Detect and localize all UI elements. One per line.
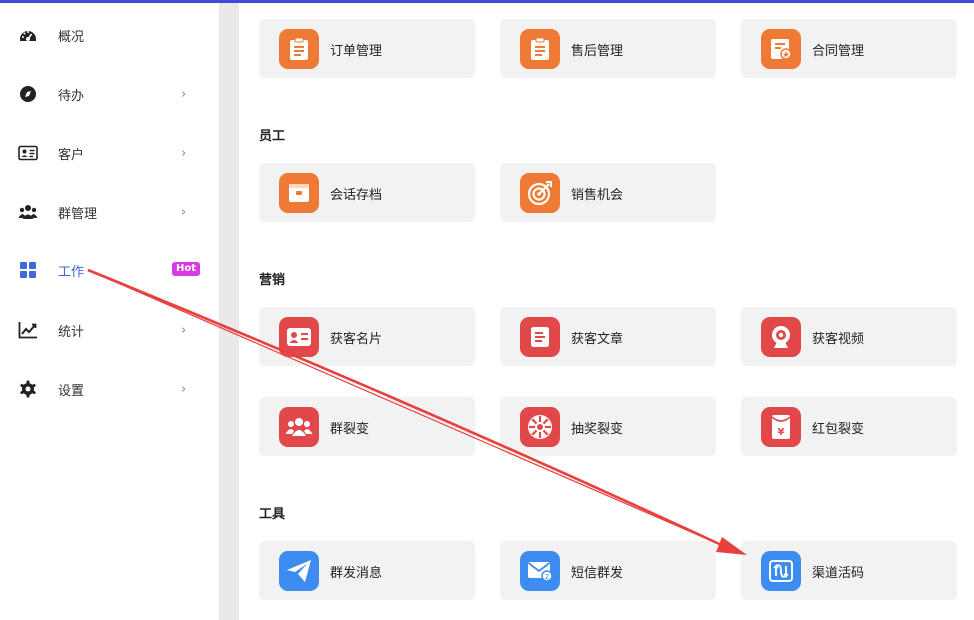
envelope-icon: 2	[520, 551, 560, 591]
card-sms-broadcast[interactable]: 2 短信群发	[500, 541, 716, 600]
card-red-packet-fission[interactable]: ¥ 红包裂变	[741, 397, 957, 456]
card-session-archive[interactable]: 会话存档	[259, 163, 475, 222]
sidebar-item-label: 设置	[58, 383, 85, 399]
chevron-right-icon: ›	[181, 145, 187, 161]
svg-text:2: 2	[545, 573, 549, 581]
people-icon	[279, 407, 319, 447]
card-order-management[interactable]: 订单管理	[259, 19, 475, 78]
card-label: 群裂变	[330, 422, 370, 437]
sidebar-item-work[interactable]: 工作 Hot	[0, 250, 219, 290]
card-label: 会话存档	[330, 188, 383, 203]
sidebar-divider	[219, 3, 239, 620]
lottery-wheel-icon	[520, 407, 560, 447]
sidebar-item-overview[interactable]: 概况	[0, 15, 219, 55]
card-mass-message[interactable]: 群发消息	[259, 541, 475, 600]
chevron-right-icon: ›	[181, 381, 187, 397]
chevron-right-icon: ›	[181, 204, 187, 220]
card-label: 获客文章	[571, 332, 624, 347]
card-label: 抽奖裂变	[571, 422, 624, 437]
chevron-right-icon: ›	[181, 86, 187, 102]
grid-icon	[18, 260, 38, 280]
contract-icon	[761, 29, 801, 69]
id-card-icon	[18, 143, 38, 163]
chart-line-icon	[18, 320, 38, 340]
sidebar-item-customer[interactable]: 客户 ›	[0, 133, 219, 173]
card-group-fission[interactable]: 群裂变	[259, 397, 475, 456]
red-packet-icon: ¥	[761, 407, 801, 447]
clipboard-icon	[279, 29, 319, 69]
card-customer-business-card[interactable]: 获客名片	[259, 307, 475, 366]
sidebar-item-group-management[interactable]: 群管理 ›	[0, 192, 219, 232]
business-card-icon	[279, 317, 319, 357]
archive-icon	[279, 173, 319, 213]
sidebar: 概况 待办 › 客户 › 群管理 › 工作 Hot 统计 › 设置 ›	[0, 3, 219, 620]
card-sales-opportunity[interactable]: 销售机会	[500, 163, 716, 222]
chevron-right-icon: ›	[181, 322, 187, 338]
sidebar-item-label: 待办	[58, 88, 85, 104]
video-camera-icon	[761, 317, 801, 357]
group-icon	[18, 202, 38, 222]
card-label: 获客名片	[330, 332, 383, 347]
compass-icon	[18, 84, 38, 104]
sidebar-item-settings[interactable]: 设置 ›	[0, 369, 219, 409]
sidebar-item-label: 统计	[58, 324, 85, 340]
section-title-staff: 员工	[259, 129, 286, 144]
card-label: 订单管理	[330, 44, 383, 59]
hot-badge: Hot	[172, 262, 201, 276]
target-icon	[520, 173, 560, 213]
card-label: 渠道活码	[812, 566, 865, 581]
sidebar-item-label: 概况	[58, 29, 85, 45]
paper-plane-icon	[279, 551, 319, 591]
sidebar-item-label: 工作	[58, 264, 85, 280]
section-title-marketing: 营销	[259, 273, 286, 288]
channel-code-icon	[761, 551, 801, 591]
gear-icon	[18, 379, 38, 399]
article-icon	[520, 317, 560, 357]
card-lottery-fission[interactable]: 抽奖裂变	[500, 397, 716, 456]
section-title-tools: 工具	[259, 507, 286, 522]
card-label: 红包裂变	[812, 422, 865, 437]
card-label: 销售机会	[571, 188, 624, 203]
card-label: 短信群发	[571, 566, 624, 581]
sidebar-item-label: 客户	[58, 147, 85, 163]
clipboard-icon	[520, 29, 560, 69]
card-label: 获客视频	[812, 332, 865, 347]
sidebar-item-statistics[interactable]: 统计 ›	[0, 310, 219, 350]
card-contract-management[interactable]: 合同管理	[741, 19, 957, 78]
card-channel-live-code[interactable]: 渠道活码	[741, 541, 957, 600]
card-customer-article[interactable]: 获客文章	[500, 307, 716, 366]
card-customer-video[interactable]: 获客视频	[741, 307, 957, 366]
card-label: 群发消息	[330, 566, 383, 581]
card-after-sales[interactable]: 售后管理	[500, 19, 716, 78]
card-label: 合同管理	[812, 44, 865, 59]
main-content: 订单管理 售后管理 合同管理 员工 会话存档 销售机会 营销 获客名片 获客文章…	[239, 3, 974, 620]
svg-text:¥: ¥	[778, 427, 785, 438]
dashboard-icon	[18, 25, 38, 45]
sidebar-item-todo[interactable]: 待办 ›	[0, 74, 219, 114]
sidebar-item-label: 群管理	[58, 206, 98, 222]
card-label: 售后管理	[571, 44, 624, 59]
